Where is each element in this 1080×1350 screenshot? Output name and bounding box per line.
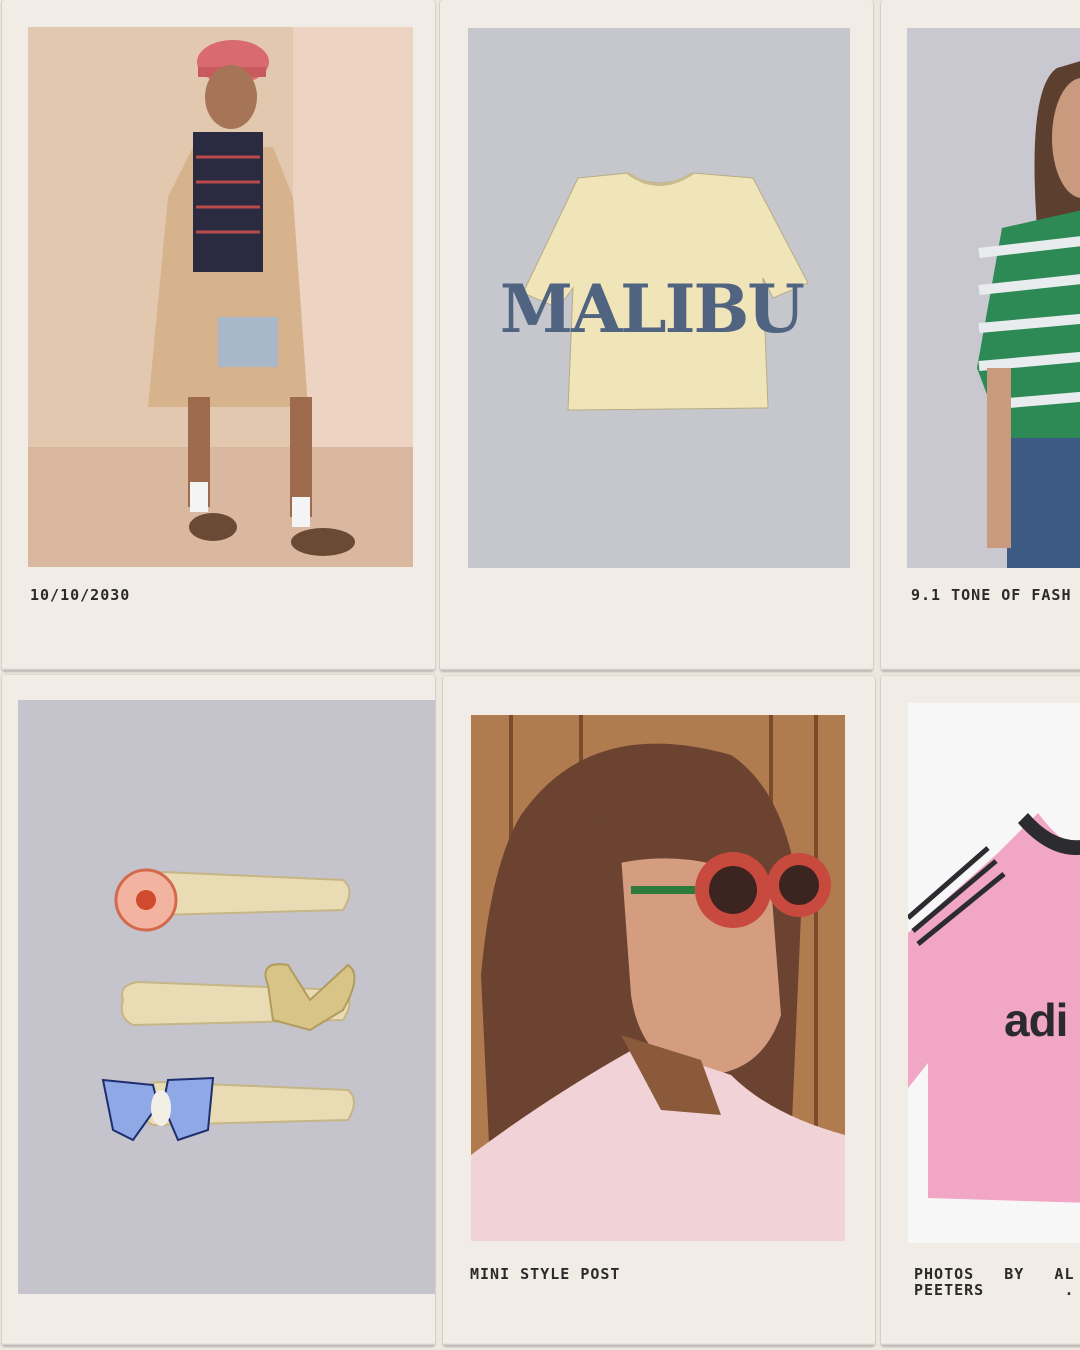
pink-jersey-illustration bbox=[908, 703, 1080, 1243]
polaroid-card-3[interactable]: 9.1 TONE OF FASH bbox=[881, 0, 1080, 671]
polaroid-card-4[interactable] bbox=[2, 675, 435, 1346]
caption-date: 10/10/2030 bbox=[30, 586, 131, 604]
photo-malibu-tshirt: MALIBU bbox=[468, 28, 850, 568]
jersey-logo-text: adi bbox=[1004, 994, 1068, 1046]
photo-pink-jersey: adi bbox=[908, 703, 1080, 1243]
photo-hair-clips bbox=[18, 700, 435, 1294]
caption-tone-of-fashion: 9.1 TONE OF FASH bbox=[911, 586, 1072, 604]
malibu-print: MALIBU bbox=[499, 269, 805, 348]
polaroid-card-6[interactable]: adi PHOTOS BY AL PEETERS . bbox=[881, 676, 1080, 1346]
polaroid-card-2[interactable]: MALIBU bbox=[440, 0, 873, 671]
caption-mini-style-post: MINI STYLE POST bbox=[470, 1265, 621, 1283]
girl-striped-illustration bbox=[907, 28, 1080, 568]
photo-girl-trench-coat bbox=[28, 27, 413, 567]
polaroid-card-5[interactable]: MINI STYLE POST bbox=[443, 676, 875, 1346]
polaroid-card-1[interactable]: 10/10/2030 bbox=[2, 0, 435, 671]
girl-trench-illustration bbox=[28, 27, 413, 567]
hair-clips-illustration bbox=[18, 700, 435, 1294]
caption-photos-by: PHOTOS BY AL PEETERS . bbox=[914, 1265, 1075, 1299]
photo-girl-flower-sunglasses bbox=[471, 715, 845, 1241]
photo-girl-striped-tee bbox=[907, 28, 1080, 568]
girl-sunglasses-illustration bbox=[471, 715, 845, 1241]
